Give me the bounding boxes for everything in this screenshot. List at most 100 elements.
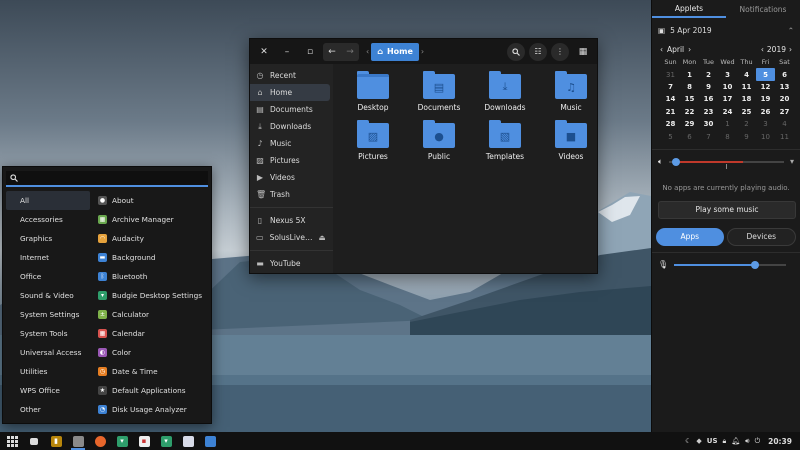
volume-icon[interactable]: 🔊︎ [745, 437, 749, 446]
calendar-day[interactable]: 3 [718, 68, 737, 80]
output-volume-slider[interactable] [668, 157, 784, 169]
forward-arrow-icon[interactable]: → [341, 43, 359, 61]
sidebar-item-home[interactable]: ⌂ Home [250, 84, 330, 101]
category-wps-office[interactable]: WPS Office [6, 381, 90, 400]
category-system-tools[interactable]: System Tools [6, 324, 90, 343]
devices-toggle[interactable]: Devices [726, 227, 796, 246]
sidebar-item-videos[interactable]: ▶ Videos [250, 169, 330, 186]
archive-icon[interactable]: ▮ [47, 432, 65, 450]
calendar-day[interactable]: 9 [699, 81, 718, 93]
app-about[interactable]: ● About [95, 191, 207, 210]
calendar-day[interactable]: 17 [718, 93, 737, 105]
close-icon[interactable]: ✕ [254, 43, 274, 61]
calendar-day[interactable]: 8 [718, 130, 737, 142]
minimize-icon[interactable]: – [277, 43, 297, 61]
app-default-applications[interactable]: ★ Default Applications [95, 381, 207, 400]
sidebar-item-documents[interactable]: ▤ Documents [250, 101, 330, 118]
chevron-up-icon[interactable]: ⌃ [788, 26, 794, 35]
document-viewer-icon[interactable]: ▪ [135, 432, 153, 450]
chevron-right-icon[interactable]: › [421, 47, 424, 56]
calendar-day[interactable]: 18 [737, 93, 756, 105]
calendar-day[interactable]: 2 [699, 68, 718, 80]
app-budgie-desktop-settings[interactable]: ▾ Budgie Desktop Settings [95, 286, 207, 305]
search-input[interactable] [22, 173, 208, 183]
sidebar-item-youtube[interactable]: ▬ YouTube [250, 255, 330, 272]
back-arrow-icon[interactable]: ← [323, 43, 341, 61]
sidebar-item-pictures[interactable]: ▨ Pictures [250, 152, 330, 169]
calendar-day[interactable]: 20 [775, 93, 794, 105]
folder-videos[interactable]: ■ Videos [538, 120, 604, 161]
view-list-icon[interactable]: ☷ [529, 42, 547, 61]
search-icon[interactable] [507, 42, 525, 61]
category-other[interactable]: Other [6, 400, 90, 419]
screenshot-icon[interactable] [201, 432, 219, 450]
calendar-day[interactable]: 28 [661, 118, 680, 130]
speaker-icon[interactable]: 🔈︎ [658, 157, 663, 167]
sidebar-item-soluslive[interactable]: ▭ SolusLive… ⏏ [250, 229, 330, 246]
calendar-day[interactable]: 16 [699, 93, 718, 105]
files-icon[interactable] [69, 432, 87, 450]
clock[interactable]: 20:39 [768, 437, 792, 446]
eject-icon[interactable]: ⏏ [318, 233, 325, 242]
app-calculator[interactable]: ± Calculator [95, 305, 207, 324]
calendar-day[interactable]: 29 [680, 118, 699, 130]
power-icon[interactable]: ⏻ [755, 437, 761, 446]
tab-applets[interactable]: Applets [652, 0, 726, 18]
keyboard-layout[interactable]: US [707, 437, 718, 445]
category-universal-access[interactable]: Universal Access [6, 343, 90, 362]
calendar-day[interactable]: 31 [661, 68, 680, 80]
calendar-day[interactable]: 23 [699, 106, 718, 118]
category-graphics[interactable]: Graphics [6, 229, 90, 248]
calendar-header[interactable]: ▣ 5 Apr 2019 ⌃ [652, 18, 800, 42]
folder-templates[interactable]: ▧ Templates [472, 120, 538, 161]
menu-dots-icon[interactable]: ⋮ [551, 42, 569, 61]
calendar-day[interactable]: 7 [699, 130, 718, 142]
prev-year-icon[interactable]: ‹ [761, 45, 764, 54]
category-all[interactable]: All [6, 191, 90, 210]
show-desktop-icon[interactable] [25, 432, 43, 450]
calendar-day[interactable]: 1 [680, 68, 699, 80]
category-utilities[interactable]: Utilities [6, 362, 90, 381]
breadcrumb-home[interactable]: ⌂ Home [371, 42, 419, 61]
tab-notifications[interactable]: Notifications [726, 0, 800, 18]
calendar-day[interactable]: 26 [756, 106, 775, 118]
sidebar-item-nexus-5x[interactable]: ▯ Nexus 5X [250, 212, 330, 229]
app-color[interactable]: ◐ Color [95, 343, 207, 362]
category-system-settings[interactable]: System Settings [6, 305, 90, 324]
play-some-music-button[interactable]: Play some music [658, 200, 796, 219]
calendar-day[interactable]: 30 [699, 118, 718, 130]
category-accessories[interactable]: Accessories [6, 210, 90, 229]
calendar-day[interactable]: 21 [661, 106, 680, 118]
calendar-day[interactable]: 24 [718, 106, 737, 118]
calendar-day[interactable]: 11 [775, 130, 794, 142]
dropbox-icon[interactable]: ◆ [696, 437, 701, 445]
chevron-left-icon[interactable]: ‹ [366, 47, 369, 56]
app-bluetooth[interactable]: ᛒ Bluetooth [95, 267, 207, 286]
calendar-day[interactable]: 12 [756, 81, 775, 93]
calendar-day[interactable]: 11 [737, 81, 756, 93]
microphone-icon[interactable]: 🎙︎ [658, 260, 668, 269]
budgie-settings-icon[interactable]: ▾ [113, 432, 131, 450]
sidebar-item-trash[interactable]: 🗑︎ Trash [250, 186, 330, 203]
calendar-day[interactable]: 19 [756, 93, 775, 105]
next-month-icon[interactable]: › [688, 45, 691, 54]
app-grid-icon[interactable] [3, 432, 21, 450]
calendar-day[interactable]: 7 [661, 81, 680, 93]
folder-downloads[interactable]: ⤓ Downloads [472, 71, 538, 112]
firefox-icon[interactable] [91, 432, 109, 450]
category-office[interactable]: Office [6, 267, 90, 286]
apps-toggle[interactable]: Apps [656, 227, 724, 246]
budgie-welcome-icon[interactable]: ▾ [157, 432, 175, 450]
folder-documents[interactable]: ▤ Documents [406, 71, 472, 112]
maximize-icon[interactable]: ▫ [300, 43, 320, 61]
calendar-day[interactable]: 1 [718, 118, 737, 130]
night-light-icon[interactable]: ☾ [685, 437, 691, 445]
app-audacity[interactable]: ◠ Audacity [95, 229, 207, 248]
calendar-day[interactable]: 4 [775, 118, 794, 130]
prev-month-icon[interactable]: ‹ [660, 45, 663, 54]
calendar-day[interactable]: 5 [756, 68, 775, 81]
calendar-day[interactable]: 9 [737, 130, 756, 142]
folder-public[interactable]: ● Public [406, 120, 472, 161]
calendar-day[interactable]: 8 [680, 81, 699, 93]
sidebar-item-music[interactable]: ♪ Music [250, 135, 330, 152]
